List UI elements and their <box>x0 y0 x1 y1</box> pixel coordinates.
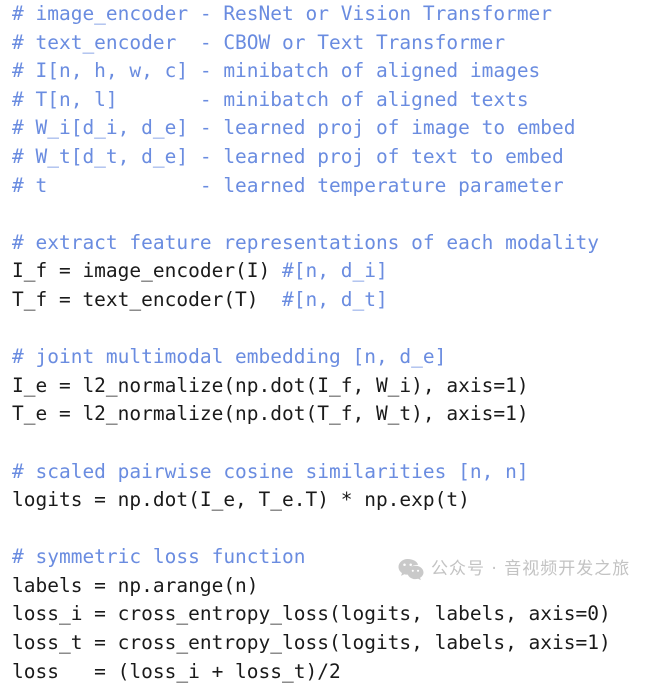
code-line-comment: # extract feature representations of eac… <box>12 230 599 254</box>
inline-comment-segment: #[n, d_t] <box>282 287 388 311</box>
inline-comment-segment: #[n, d_i] <box>282 259 388 283</box>
code-line-code: loss_t = cross_entropy_loss(logits, labe… <box>12 631 611 655</box>
code-line-comment: # image_encoder - ResNet or Vision Trans… <box>12 2 553 25</box>
code-line-code: labels = np.arange(n) <box>12 573 259 597</box>
code-line-comment: # W_t[d_t, d_e] - learned proj of text t… <box>12 144 564 168</box>
code-line-mixed: I_f = image_encoder(I) #[n, d_i] <box>0 257 657 286</box>
code-line-comment: # I[n, h, w, c] - minibatch of aligned i… <box>12 59 541 83</box>
code-line-code: logits = np.dot(I_e, T_e.T) * np.exp(t) <box>12 488 470 512</box>
code-line-code: loss = (loss_i + loss_t)/2 <box>12 659 341 683</box>
code-line-comment: # W_i[d_i, d_e] - learned proj of image … <box>12 116 576 140</box>
code-line-comment: # joint multimodal embedding [n, d_e] <box>12 345 447 369</box>
code-line-mixed: T_f = text_encoder(T) #[n, d_t] <box>0 286 657 315</box>
code-line-code: I_e = l2_normalize(np.dot(I_f, W_i), axi… <box>12 373 529 397</box>
code-line-comment: # T[n, l] - minibatch of aligned texts <box>12 87 529 111</box>
code-segment: I_f = image_encoder(I) <box>12 259 283 283</box>
code-line-comment: # text_encoder - CBOW or Text Transforme… <box>12 30 506 54</box>
code-line-comment: # scaled pairwise cosine similarities [n… <box>12 459 529 483</box>
code-lines-container: # image_encoder - ResNet or Vision Trans… <box>0 0 657 686</box>
code-segment: T_f = text_encoder(T) <box>12 287 283 311</box>
code-line-code: loss_i = cross_entropy_loss(logits, labe… <box>12 602 611 626</box>
code-line-code: T_e = l2_normalize(np.dot(T_f, W_t), axi… <box>12 402 529 426</box>
code-listing: # image_encoder - ResNet or Vision Trans… <box>0 0 657 683</box>
code-line-comment: # symmetric loss function <box>12 545 306 569</box>
code-line-comment: # t - learned temperature parameter <box>12 173 564 197</box>
